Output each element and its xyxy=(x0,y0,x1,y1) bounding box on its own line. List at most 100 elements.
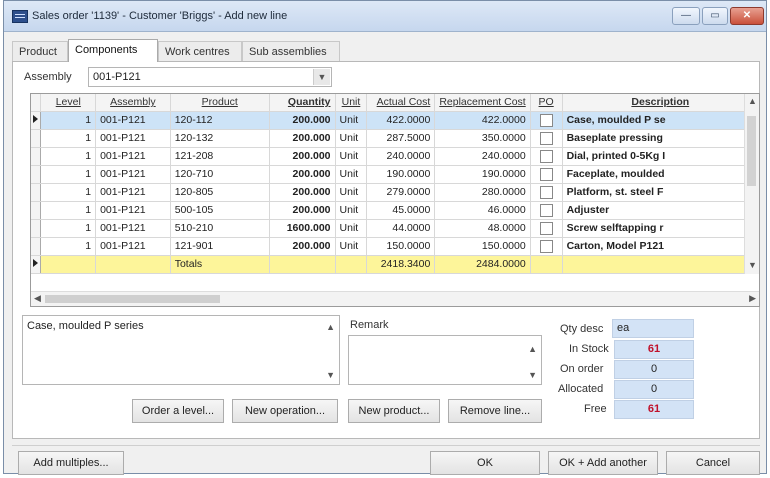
new-product-button[interactable]: New product... xyxy=(348,399,440,423)
grid-vertical-scrollbar[interactable]: ▲ ▼ xyxy=(744,94,759,274)
scroll-left-icon[interactable]: ◀ xyxy=(34,293,41,304)
cell-replacement-cost: 48.0000 xyxy=(434,219,531,238)
po-checkbox[interactable] xyxy=(539,239,553,253)
table-row[interactable]: 1 001-P121 120-112 200.000 Unit 422.0000 422.0… xyxy=(31,111,759,130)
remark-input[interactable]: ▲ ▼ xyxy=(348,335,542,385)
cell-po[interactable] xyxy=(530,219,563,238)
row-indicator xyxy=(31,183,42,202)
cell-level: 1 xyxy=(40,237,97,256)
remove-line-button[interactable]: Remove line... xyxy=(448,399,542,423)
cell-po[interactable] xyxy=(530,201,563,220)
tab-product[interactable]: Product xyxy=(12,41,68,61)
horizontal-scroll-thumb[interactable] xyxy=(45,295,220,303)
po-checkbox[interactable] xyxy=(539,149,553,163)
row-indicator xyxy=(31,219,42,238)
cell-replacement-cost: 240.0000 xyxy=(434,147,531,166)
memo-scroll-up-icon[interactable]: ▲ xyxy=(326,322,335,332)
cell-level: 1 xyxy=(40,111,97,130)
cell-replacement-cost: 150.0000 xyxy=(434,237,531,256)
cell-po[interactable] xyxy=(530,165,563,184)
minimize-button[interactable]: — xyxy=(672,7,700,25)
col-po[interactable]: PO xyxy=(530,94,563,112)
cell-level: 1 xyxy=(40,129,97,148)
table-row[interactable]: 1 001-P121 120-710 200.000 Unit 190.0000 190.0… xyxy=(31,165,759,184)
table-row[interactable]: 1 001-P121 120-132 200.000 Unit 287.5000 350.0… xyxy=(31,129,759,148)
cell-replacement-cost: 422.0000 xyxy=(434,111,531,130)
cell-po[interactable] xyxy=(530,129,563,148)
col-level[interactable]: Level xyxy=(40,94,97,112)
ok-button[interactable]: OK xyxy=(430,451,540,475)
cell-po[interactable] xyxy=(530,111,563,130)
cell-product: 120-710 xyxy=(170,165,270,184)
assembly-select[interactable]: 001-P121 ▼ xyxy=(88,67,332,87)
table-row[interactable]: 1 001-P121 121-901 200.000 Unit 150.0000 150.0… xyxy=(31,237,759,256)
cell-po[interactable] xyxy=(530,237,563,256)
po-checkbox[interactable] xyxy=(539,131,553,145)
table-row[interactable]: 1 001-P121 500-105 200.000 Unit 45.0000 46.000… xyxy=(31,201,759,220)
cell-po[interactable] xyxy=(530,183,563,202)
cell-replacement-cost: 190.0000 xyxy=(434,165,531,184)
in-stock-label: In Stock xyxy=(569,343,609,355)
po-checkbox[interactable] xyxy=(539,113,553,127)
chevron-down-icon[interactable]: ▼ xyxy=(313,69,330,85)
tab-sub-assemblies[interactable]: Sub assemblies xyxy=(242,41,340,61)
components-grid[interactable]: Level Assembly Product Quantity Unit Act… xyxy=(30,93,760,307)
tab-components[interactable]: Components xyxy=(68,39,158,62)
po-checkbox[interactable] xyxy=(539,167,553,181)
grid-horizontal-scrollbar[interactable]: ◀ ▶ xyxy=(31,291,759,306)
cell-unit: Unit xyxy=(335,201,368,220)
table-row[interactable]: 1 001-P121 121-208 200.000 Unit 240.0000 240.0… xyxy=(31,147,759,166)
add-multiples-button[interactable]: Add multiples... xyxy=(18,451,124,475)
col-product[interactable]: Product xyxy=(170,94,270,112)
col-replacement-cost[interactable]: Replacement Cost xyxy=(434,94,531,112)
maximize-button[interactable]: ▭ xyxy=(702,7,728,25)
cell-actual-cost: 287.5000 xyxy=(366,129,436,148)
po-checkbox[interactable] xyxy=(539,221,553,235)
col-unit[interactable]: Unit xyxy=(335,94,368,112)
po-checkbox[interactable] xyxy=(539,203,553,217)
tab-work-centres[interactable]: Work centres xyxy=(158,41,242,61)
totals-replacement-cost: 2484.0000 xyxy=(434,255,531,274)
col-description[interactable]: Description xyxy=(562,94,759,112)
remark-label: Remark xyxy=(350,319,389,331)
title-bar[interactable]: Sales order '1139' - Customer 'Briggs' -… xyxy=(4,1,766,32)
cell-description: Dial, printed 0-5Kg I xyxy=(562,147,759,166)
remark-scroll-down-icon[interactable]: ▼ xyxy=(528,370,537,380)
cell-actual-cost: 45.0000 xyxy=(366,201,436,220)
description-memo[interactable]: Case, moulded P series ▲ ▼ xyxy=(22,315,340,385)
cell-unit: Unit xyxy=(335,111,368,130)
cell-product: 500-105 xyxy=(170,201,270,220)
cell-level: 1 xyxy=(40,201,97,220)
cancel-button[interactable]: Cancel xyxy=(666,451,760,475)
memo-scroll-down-icon[interactable]: ▼ xyxy=(326,370,335,380)
col-assembly[interactable]: Assembly xyxy=(95,94,171,112)
row-indicator xyxy=(31,147,42,166)
cell-description: Carton, Model P121 xyxy=(562,237,759,256)
cell-unit: Unit xyxy=(335,129,368,148)
cell-quantity: 200.000 xyxy=(269,165,336,184)
cell-po[interactable] xyxy=(530,147,563,166)
in-stock-value: 61 xyxy=(614,340,694,359)
col-quantity[interactable]: Quantity xyxy=(269,94,336,112)
remark-scroll-up-icon[interactable]: ▲ xyxy=(528,344,537,354)
order-level-button[interactable]: Order a level... xyxy=(132,399,224,423)
row-indicator xyxy=(31,129,42,148)
app-icon xyxy=(12,10,28,23)
assembly-label: Assembly xyxy=(24,71,72,83)
scroll-down-icon[interactable]: ▼ xyxy=(748,260,757,270)
cell-description: Faceplate, moulded xyxy=(562,165,759,184)
scroll-up-icon[interactable]: ▲ xyxy=(748,96,757,106)
col-actual-cost[interactable]: Actual Cost xyxy=(366,94,436,112)
ok-add-another-button[interactable]: OK + Add another xyxy=(548,451,658,475)
po-checkbox[interactable] xyxy=(539,185,553,199)
table-row[interactable]: 1 001-P121 510-210 1600.000 Unit 44.0000 48.00… xyxy=(31,219,759,238)
description-text: Case, moulded P series xyxy=(27,320,144,332)
table-row[interactable]: 1 001-P121 120-805 200.000 Unit 279.0000 280.0… xyxy=(31,183,759,202)
close-button[interactable]: ✕ xyxy=(730,7,764,25)
new-operation-button[interactable]: New operation... xyxy=(232,399,338,423)
qty-desc-value[interactable]: ea xyxy=(612,319,694,338)
cell-level: 1 xyxy=(40,165,97,184)
cell-description: Platform, st. steel F xyxy=(562,183,759,202)
scroll-right-icon[interactable]: ▶ xyxy=(749,293,756,304)
vertical-scroll-thumb[interactable] xyxy=(747,116,756,186)
